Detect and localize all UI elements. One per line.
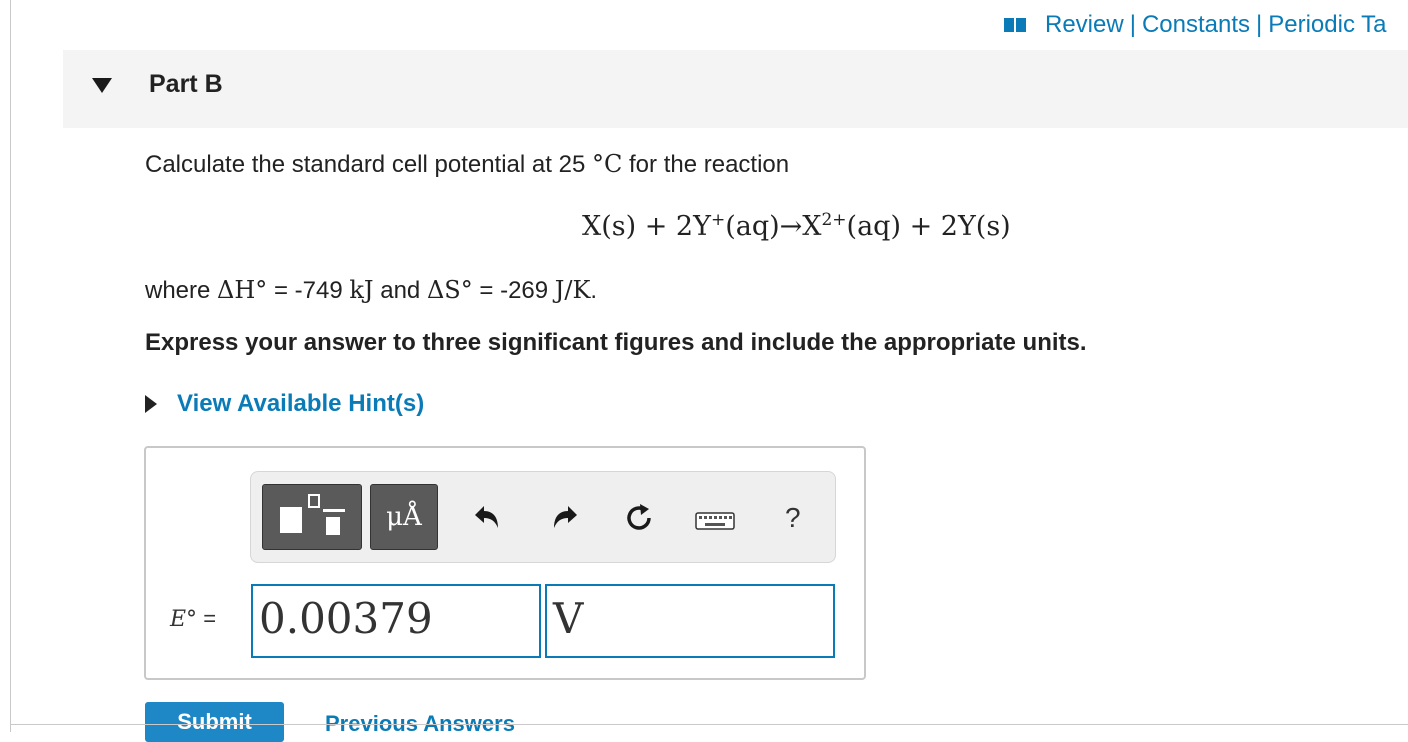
link-separator: | [1256,11,1263,38]
part-title: Part B [149,70,223,98]
book-icon [1004,18,1026,32]
collapse-caret-icon[interactable] [92,78,112,93]
left-border [10,0,11,732]
template-shape [326,517,340,535]
caret-right-icon [145,395,157,413]
answer-variable-label: E° = [170,606,217,632]
units-button[interactable]: μÅ [370,484,438,550]
redo-icon[interactable] [551,502,581,532]
resource-links: Review | Constants | Periodic Ta [1004,10,1387,40]
answer-box: μÅ ? E° = 0.00379 V [144,446,866,680]
enthalpy-unit: kJ [349,276,374,304]
template-shape [308,494,320,508]
constants-link[interactable]: Constants [1142,11,1250,39]
answer-unit-input[interactable]: V [545,584,835,658]
entropy-unit: J/K [554,276,591,304]
link-separator: | [1129,11,1136,38]
submit-button[interactable]: Submit [145,702,284,742]
part-header: Part B [63,50,1408,128]
reaction-equation: X(s) + 2Y+(aq)→X2+(aq) + 2Y(s) [582,210,1011,242]
periodic-table-link[interactable]: Periodic Ta [1268,11,1386,39]
enthalpy-symbol: ΔH° [217,276,268,304]
keyboard-icon[interactable] [695,512,735,530]
view-hints-label: View Available Hint(s) [177,390,425,417]
template-shape [323,509,345,512]
review-link[interactable]: Review [1045,11,1124,39]
viewport-bottom-edge [10,724,1408,725]
undo-icon[interactable] [471,502,501,532]
view-hints-toggle[interactable]: View Available Hint(s) [145,390,424,418]
question-intro: Calculate the standard cell potential at… [145,150,790,178]
entropy-symbol: ΔS° [426,276,473,304]
help-button[interactable]: ? [785,502,801,534]
temperature-unit: °C [591,150,623,178]
instructions: Express your answer to three significant… [145,329,1087,356]
answer-value-input[interactable]: 0.00379 [251,584,541,658]
math-toolbar: μÅ ? [250,471,836,563]
template-shape [280,507,302,533]
reset-icon[interactable] [623,502,655,534]
question-givens: where ΔH° = -749 kJ and ΔS° = -269 J/K. [145,276,598,304]
templates-button[interactable] [262,484,362,550]
